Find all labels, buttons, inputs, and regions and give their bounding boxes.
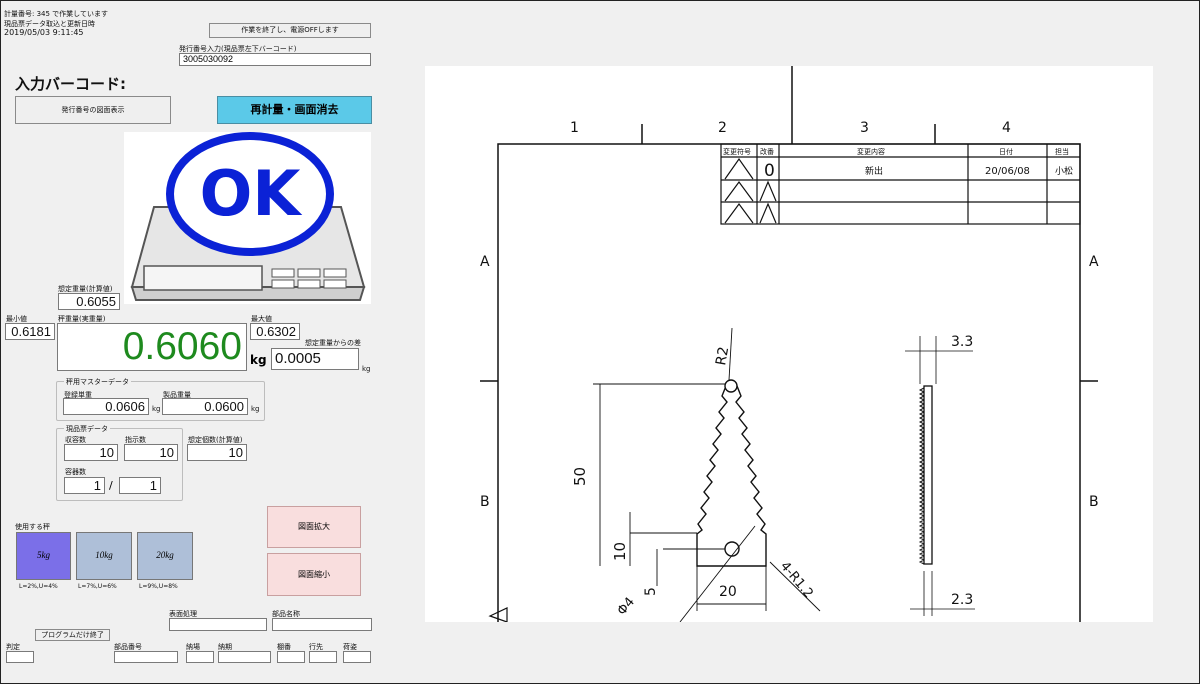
rev-header-content: 変更内容 (857, 147, 885, 156)
import-datetime: 2019/05/03 9:11:45 (4, 28, 84, 37)
rev-content: 新出 (865, 165, 883, 177)
ok-badge-text: OK (200, 157, 303, 230)
scale-5kg-button[interactable]: 5kg (16, 532, 71, 580)
scale-5kg-tolerance: L=2%,U=4% (19, 583, 58, 590)
drawing-viewer[interactable]: 1 2 3 4 A A B B 変更符号 改番 変更内容 日付 担当 0 新出 … (425, 66, 1153, 622)
max-value: 0.6302 (250, 323, 300, 340)
revision-table: 変更符号 改番 変更内容 日付 担当 0 新出 20/06/08 小松 (720, 143, 1081, 225)
barcode-heading: 入力バーコード: (15, 75, 126, 93)
program-exit-button[interactable]: プログラムだけ終了 (35, 629, 110, 641)
zone-col-3: 3 (860, 120, 869, 136)
dest-field[interactable] (309, 651, 337, 663)
diff-label: 想定重量からの差 (305, 339, 361, 347)
delivery-place-field[interactable] (186, 651, 214, 663)
scale-20kg-label: 20kg (156, 550, 174, 560)
zone-row-a-right: A (1089, 254, 1099, 270)
zoom-out-button[interactable]: 図面縮小 (267, 553, 361, 596)
capacity-value: 10 (64, 444, 118, 461)
diff-value: 0.0005 (271, 348, 359, 370)
shelf-field[interactable] (277, 651, 305, 663)
rev-header-mark: 変更符号 (723, 147, 751, 156)
dim-corner-r12: 4-R1.2 (777, 559, 816, 601)
dim-height-5: 5 (643, 587, 659, 596)
min-value: 0.6181 (5, 323, 55, 340)
product-weight-unit: kg (251, 405, 260, 413)
expected-count-value: 10 (187, 444, 247, 461)
unit-weight-unit: kg (152, 405, 161, 413)
measured-unit: kg (250, 353, 267, 367)
rev-header-no: 改番 (760, 147, 774, 156)
instruct-value: 10 (124, 444, 178, 461)
scale-ok-illustration: OK (130, 132, 366, 301)
dim-thickness-33: 3.3 (951, 334, 973, 350)
dim-height-10: 10 (611, 542, 629, 561)
dim-r2: R2 (713, 346, 732, 367)
container-value: 1 (64, 477, 105, 494)
zone-row-a-left: A (480, 254, 490, 270)
rev-header-date: 日付 (999, 147, 1013, 156)
delivery-date-field[interactable] (218, 651, 271, 663)
unit-weight-value: 0.0606 (63, 398, 149, 415)
technical-drawing: 1 2 3 4 A A B B 変更符号 改番 変更内容 日付 担当 0 新出 … (480, 66, 1099, 622)
measured-weight-value: 0.6060 (122, 325, 242, 368)
container-total-value: 1 (119, 477, 161, 494)
product-weight-value: 0.0600 (162, 398, 248, 415)
scale-5kg-label: 5kg (37, 550, 50, 560)
part-side-view (905, 336, 975, 616)
zone-col-2: 2 (718, 120, 727, 136)
show-drawing-button[interactable]: 発行番号の図面表示 (15, 96, 171, 124)
scale-10kg-button[interactable]: 10kg (76, 532, 132, 580)
dim-width-20: 20 (719, 584, 737, 600)
scale-20kg-button[interactable]: 20kg (137, 532, 193, 580)
diff-unit: kg (362, 365, 371, 373)
reweigh-clear-button[interactable]: 再計量・画面消去 (217, 96, 372, 124)
scale-20kg-tolerance: L=9%,U=8% (139, 583, 178, 590)
container-label: 容器数 (65, 468, 86, 476)
surface-field[interactable] (169, 618, 267, 631)
zone-row-b-left: B (480, 494, 490, 510)
zone-col-1: 1 (570, 120, 579, 136)
judge-field[interactable] (6, 651, 34, 663)
container-separator: / (109, 479, 113, 492)
dim-thickness-23: 2.3 (951, 592, 973, 608)
slip-data-title: 現品票データ (64, 424, 110, 434)
expected-weight-value: 0.6055 (58, 293, 120, 310)
rev-number: 0 (764, 161, 775, 181)
part-name-field[interactable] (272, 618, 372, 631)
scale-select-label: 使用する秤 (15, 523, 50, 531)
scale-10kg-label: 10kg (95, 550, 113, 560)
zone-col-4: 4 (1002, 120, 1011, 136)
master-data-title: 秤用マスターデータ (64, 377, 131, 387)
measured-weight-box: 0.6060 (57, 323, 247, 371)
rev-date: 20/06/08 (985, 166, 1030, 177)
result-image: OK (124, 132, 371, 304)
ok-badge-icon: OK (166, 132, 334, 256)
dim-height-50: 50 (571, 467, 589, 486)
barcode-input[interactable]: 3005030092 (179, 53, 371, 66)
dim-hole-phi4: Φ4 (615, 595, 638, 619)
exit-power-off-button[interactable]: 作業を終了し、電源OFFします (209, 23, 371, 38)
zone-row-b-right: B (1089, 494, 1099, 510)
scale-10kg-tolerance: L=7%,U=6% (78, 583, 117, 590)
app-window: 計量番号: 345 で作業しています 現品票データ取込と更新日時 2019/05… (0, 0, 1200, 684)
part-no-field[interactable] (114, 651, 178, 663)
rev-person: 小松 (1055, 165, 1073, 177)
packing-field[interactable] (343, 651, 371, 663)
zoom-in-button[interactable]: 図面拡大 (267, 506, 361, 548)
status-line: 計量番号: 345 で作業しています (4, 10, 108, 18)
rev-header-person: 担当 (1055, 147, 1069, 156)
